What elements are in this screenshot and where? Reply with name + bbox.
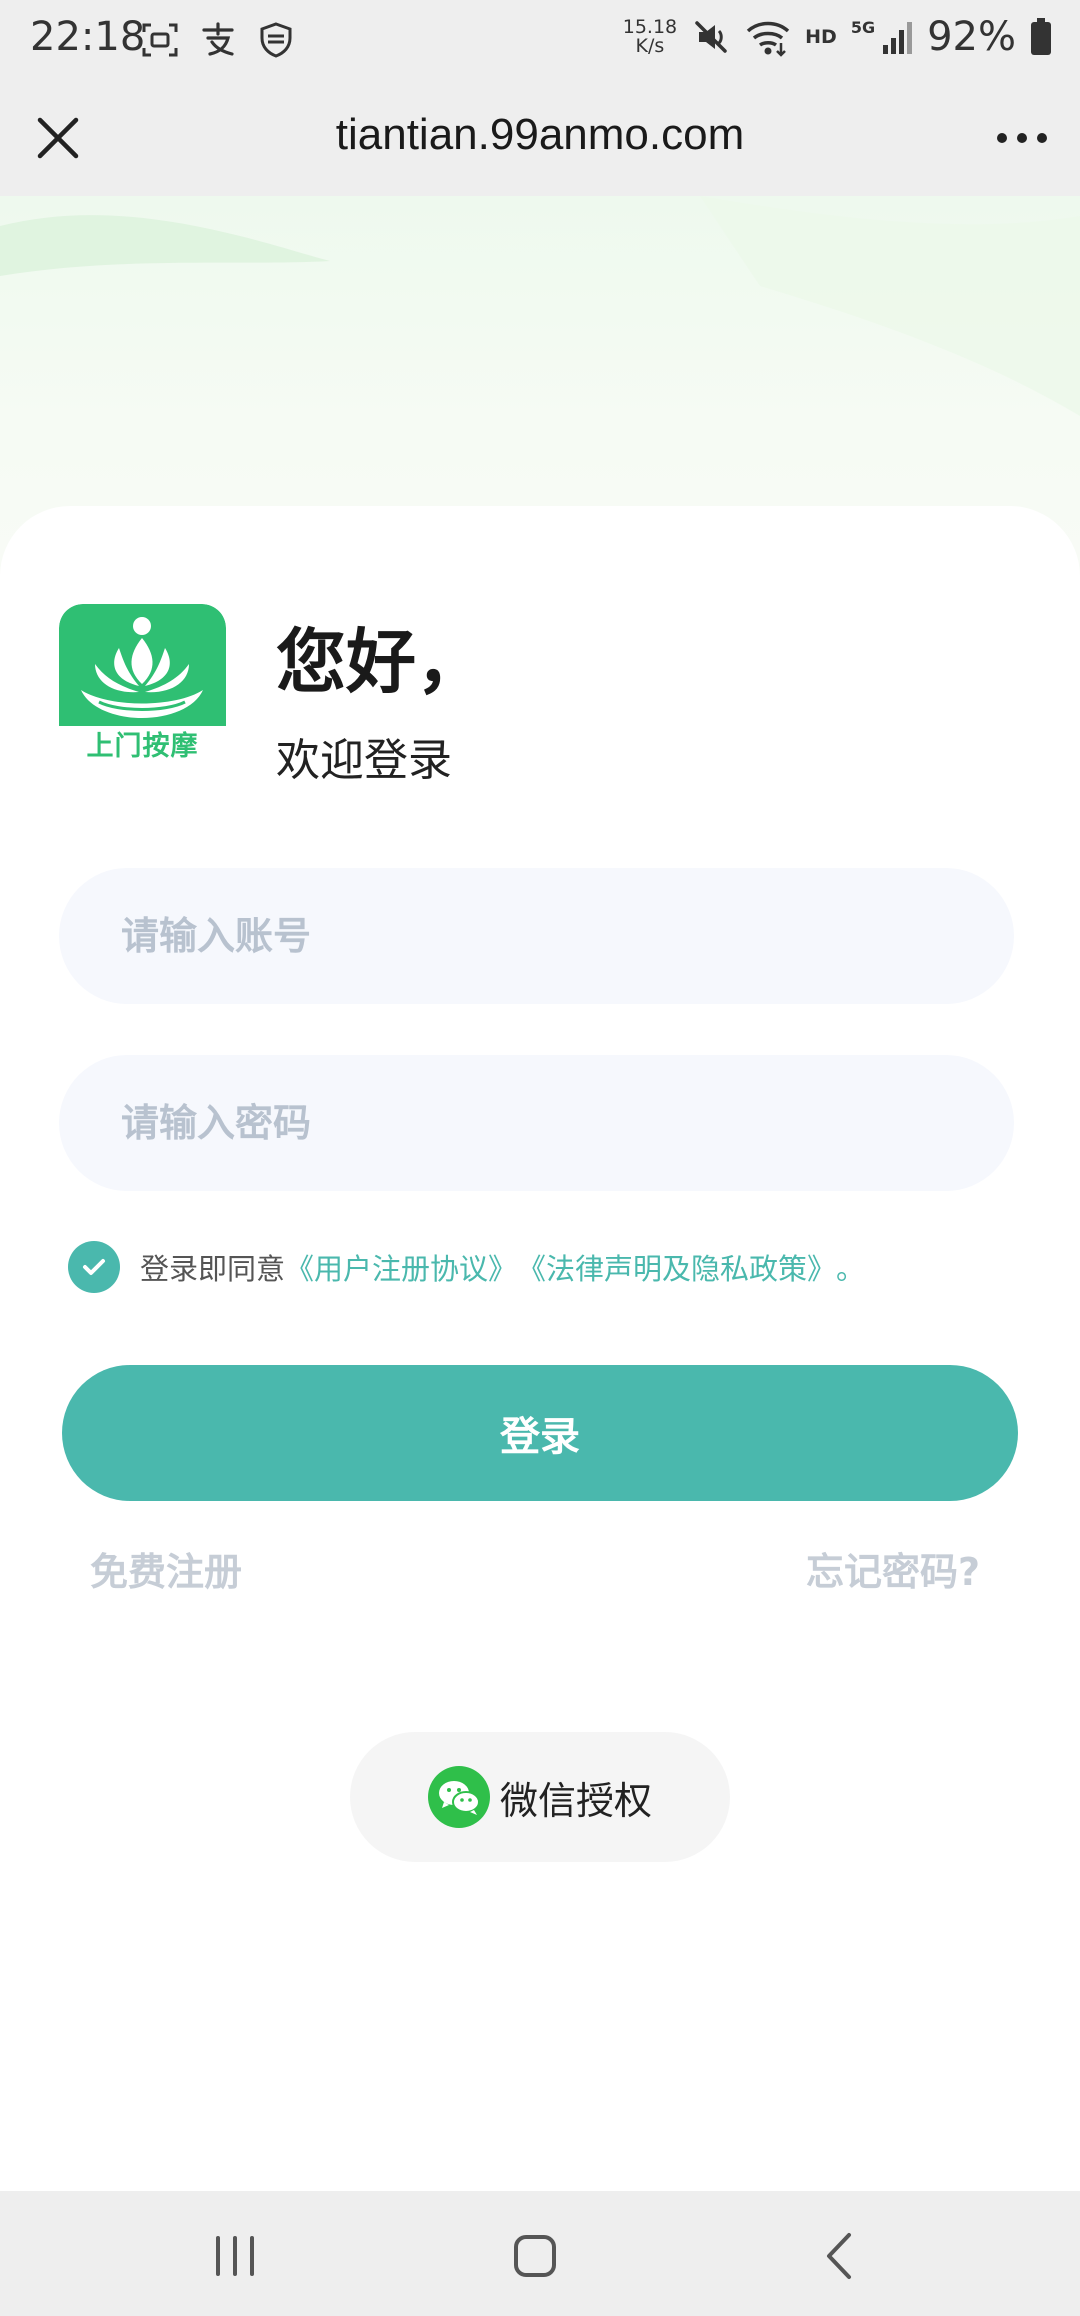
- agreement-row: 登录即同意 《用户注册协议》 《法律声明及隐私政策》 。: [68, 1241, 865, 1293]
- checkmark-icon: [83, 1259, 105, 1275]
- more-icon: [997, 133, 1047, 143]
- login-card: 上门按摩 您好， 欢迎登录 登录即同意 《用户注册协议》 《法律声明及隐私政策》…: [0, 506, 1080, 2191]
- shield-icon: [260, 22, 292, 58]
- user-agreement-link[interactable]: 《用户注册协议》: [285, 1246, 517, 1288]
- wifi-icon: [746, 21, 790, 57]
- mute-icon: [695, 21, 727, 53]
- network-type: 5G: [850, 17, 876, 37]
- page-url: tiantian.99anmo.com: [335, 110, 745, 159]
- logo-text: 上门按摩: [86, 731, 199, 762]
- hd-badge: HD: [805, 26, 837, 48]
- alipay-icon: [202, 22, 234, 56]
- forgot-password-link[interactable]: 忘记密码?: [806, 1541, 980, 1596]
- status-bar: 22:18 15.18 K/s HD 5G 92%: [0, 0, 1080, 80]
- agreement-checkbox[interactable]: [68, 1241, 120, 1293]
- recent-apps-icon: [216, 2236, 254, 2276]
- privacy-policy-link[interactable]: 《法律声明及隐私政策》: [517, 1246, 836, 1288]
- agreement-prefix: 登录即同意: [140, 1252, 286, 1286]
- status-time: 22:18: [30, 14, 146, 60]
- wechat-auth-label: 微信授权: [499, 1778, 652, 1823]
- greeting-subtitle: 欢迎登录: [276, 735, 452, 786]
- back-button[interactable]: [805, 2221, 875, 2291]
- network-speed-unit: K/s: [635, 35, 665, 57]
- signal-icon: [883, 22, 913, 54]
- close-button[interactable]: [26, 106, 90, 170]
- agreement-suffix: 。: [836, 1252, 866, 1286]
- wechat-auth-button[interactable]: 微信授权: [350, 1732, 730, 1862]
- more-options-button[interactable]: [990, 110, 1054, 166]
- recent-apps-button[interactable]: [200, 2221, 270, 2291]
- status-left-icons: [140, 20, 296, 60]
- close-icon: [37, 117, 79, 159]
- home-button[interactable]: [500, 2221, 570, 2291]
- login-button[interactable]: 登录: [62, 1365, 1018, 1501]
- home-icon: [514, 2235, 556, 2277]
- back-icon: [827, 2233, 851, 2279]
- lotus-meditation-icon: [81, 617, 203, 718]
- system-nav-bar: [0, 2191, 1080, 2316]
- app-logo: 上门按摩: [59, 604, 226, 771]
- status-right: 15.18 K/s HD 5G 92%: [623, 14, 1052, 60]
- screen-capture-icon: [142, 23, 178, 57]
- register-link[interactable]: 免费注册: [90, 1541, 242, 1596]
- account-input[interactable]: [59, 868, 1014, 1004]
- network-speed: 15.18 K/s: [623, 18, 677, 56]
- greeting-title: 您好，: [276, 621, 486, 703]
- browser-header: tiantian.99anmo.com: [0, 80, 1080, 196]
- battery-percent: 92%: [927, 14, 1016, 60]
- wechat-icon: [427, 1766, 490, 1828]
- password-input[interactable]: [59, 1055, 1014, 1191]
- battery-icon: [1031, 18, 1051, 55]
- logo-background: [59, 604, 226, 726]
